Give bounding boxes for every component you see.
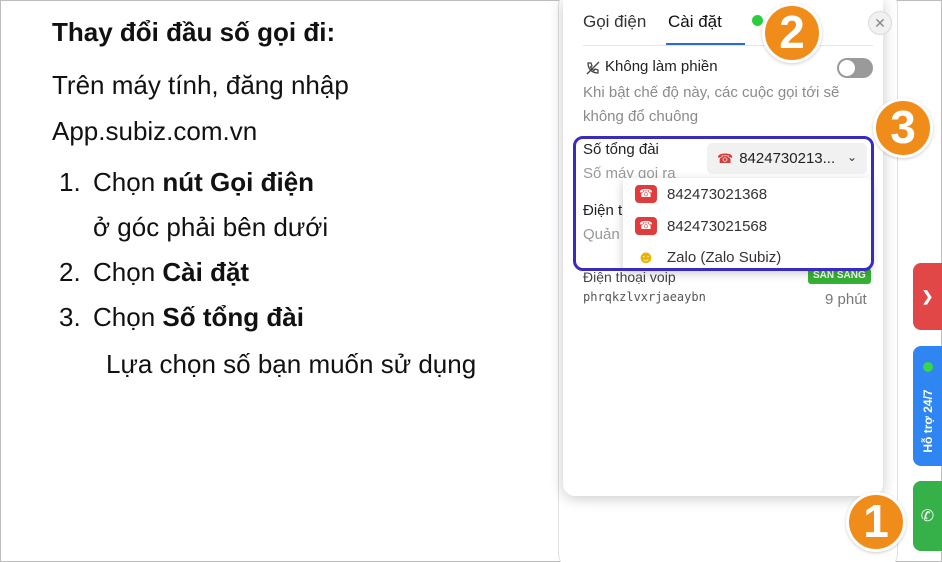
close-button[interactable]: ✕ [868, 11, 892, 35]
popup-tabs: Gọi điện Cài đặt ✕ [583, 0, 892, 46]
instructions-note: Lựa chọn số bạn muốn sử dụng [106, 349, 477, 379]
instructions: Thay đổi đầu số gọi đi: Trên máy tính, đ… [52, 14, 552, 384]
step-bold: nút Gọi điện [162, 167, 315, 197]
step-1: 1. Chọn nút Gọi điện [52, 160, 552, 205]
step-text: Chọn [93, 257, 163, 287]
call-button[interactable]: ✆ [913, 481, 942, 551]
tab-call[interactable]: Gọi điện [583, 10, 646, 34]
step-text: Chọn [93, 167, 163, 197]
do-not-disturb-toggle[interactable] [837, 58, 873, 78]
step-number: 2. [59, 257, 81, 287]
instructions-url: App.subiz.com.vn [52, 116, 258, 146]
toggle-knob [839, 60, 855, 76]
step-marker-2: 2 [762, 3, 822, 63]
step-1-sub: ở góc phải bên dưới [93, 212, 329, 242]
voip-time: 9 phút [825, 291, 867, 308]
step-number: 1. [59, 167, 81, 197]
step-number: 3. [59, 302, 81, 332]
phone-icon: ✆ [920, 508, 935, 525]
step-text: Chọn [93, 302, 163, 332]
online-dot [923, 362, 933, 372]
online-status-dot [752, 15, 763, 26]
voip-device-id: phrqkzlvxrjaeaybn [583, 290, 706, 304]
instructions-line: Trên máy tính, đăng nhập [52, 70, 349, 100]
tab-settings[interactable]: Cài đặt [668, 10, 722, 34]
instructions-title: Thay đổi đầu số gọi đi: [52, 17, 336, 47]
side-red-button[interactable]: ❯ [913, 263, 942, 330]
do-not-disturb-description: Khi bật chế độ này, các cuộc gọi tới sẽ … [583, 84, 840, 125]
step-bold: Số tổng đài [162, 302, 304, 332]
support-button[interactable]: Hỗ trợ 24/7 [913, 346, 942, 466]
highlight-box [573, 136, 874, 271]
step-bold: Cài đặt [162, 257, 250, 287]
voip-device-name: Điện thoại voip [583, 269, 676, 285]
step-2: 2. Chọn Cài đặt [52, 250, 552, 295]
step-3: 3. Chọn Số tổng đài [52, 295, 552, 340]
step-marker-3: 3 [873, 98, 933, 158]
do-not-disturb-label: Không làm phiền [605, 58, 718, 75]
mute-phone-icon [586, 61, 600, 75]
support-label: Hỗ trợ 24/7 [921, 389, 935, 453]
subiz-logo-icon: ❯ [921, 288, 934, 304]
step-marker-1: 1 [846, 492, 906, 552]
active-tab-indicator [666, 43, 745, 45]
